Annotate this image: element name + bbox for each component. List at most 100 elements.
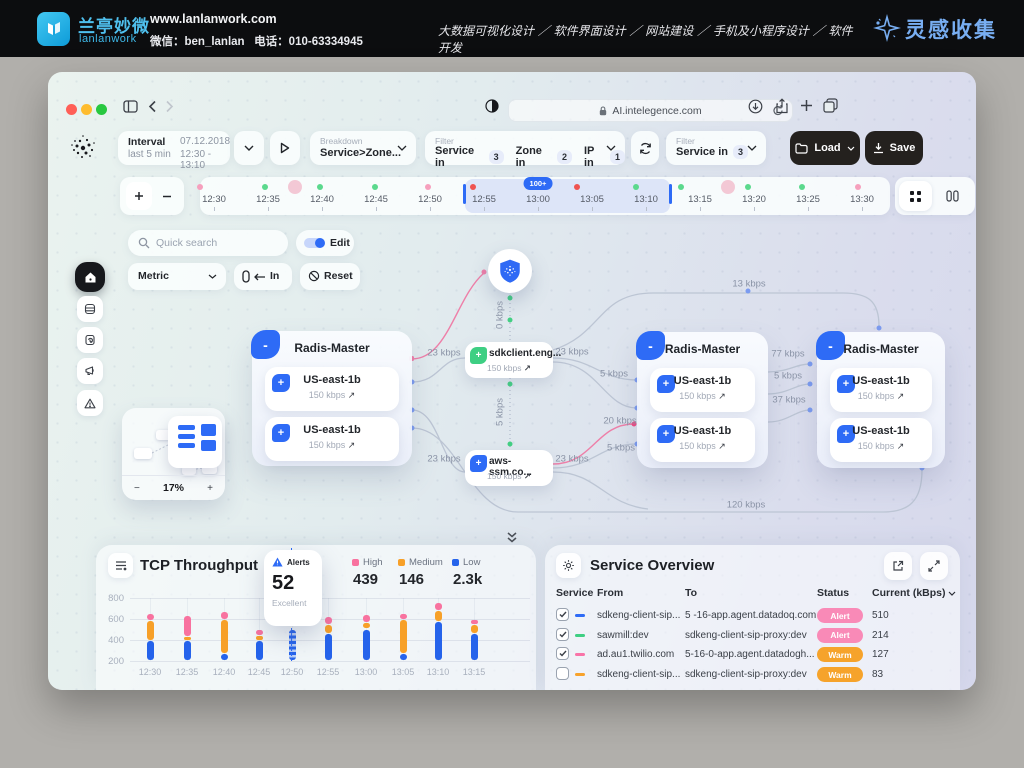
legend-swatch	[398, 559, 405, 566]
minimap-zoom-out[interactable]: −	[134, 483, 140, 494]
service-color-dash	[575, 673, 585, 676]
table-row[interactable]: ad.au1.twilio.com5-16-0-app.agent.datado…	[545, 646, 960, 665]
bar-segment-high[interactable]	[400, 614, 407, 619]
bar-segment-low[interactable]	[289, 630, 296, 661]
minimap-viewport[interactable]	[168, 416, 222, 468]
col-header-current[interactable]: Current (kBps)	[872, 587, 956, 599]
collect-star-icon	[872, 13, 902, 48]
row-checkbox[interactable]	[556, 647, 569, 660]
x-axis-tick: 12:35	[176, 667, 199, 677]
row-checkbox[interactable]	[556, 608, 569, 621]
cell-current: 214	[872, 630, 889, 641]
bar-segment-high[interactable]	[363, 615, 370, 622]
gridline	[130, 598, 530, 599]
child-node[interactable]: +US-east-1b150 kbps ↗	[830, 368, 932, 412]
minimap-zoom-in[interactable]: +	[207, 483, 213, 494]
bar-segment-high[interactable]	[325, 617, 332, 624]
tooltip-status: Excellent	[272, 598, 314, 608]
bar-segment-high[interactable]	[471, 620, 478, 624]
cell-to: 5 -16-app.agent.datadoq.com	[685, 610, 816, 621]
cell-from: sawmill:dev	[597, 630, 649, 641]
browser-window: AI.intelegence.com Interval last 5 min 0…	[48, 72, 976, 690]
bar-segment-medium[interactable]	[400, 620, 407, 653]
alerts-tooltip: Alerts 52 Excellent	[264, 550, 322, 626]
row-checkbox[interactable]	[556, 628, 569, 641]
service-color-dash	[575, 614, 585, 617]
x-axis-tick: 13:05	[392, 667, 415, 677]
child-node[interactable]: +US-east-1b150 kbps ↗	[650, 418, 755, 462]
child-node[interactable]: +US-east-1b150 kbps ↗	[265, 417, 399, 461]
group-node[interactable]: -Radis-Master+US-east-1b150 kbps ↗+US-ea…	[252, 331, 412, 466]
legend-item-medium: Medium	[398, 557, 443, 568]
group-node[interactable]: -Radis-Master+US-east-1b150 kbps ↗+US-ea…	[637, 332, 768, 468]
collapse-panel-button[interactable]	[504, 530, 520, 544]
x-axis-tick: 13:00	[355, 667, 378, 677]
x-axis-tick: 13:15	[463, 667, 486, 677]
child-node[interactable]: +US-east-1b150 kbps ↗	[265, 367, 399, 411]
collect-wordmark: 灵感收集	[905, 14, 997, 44]
group-node[interactable]: -Radis-Master+US-east-1b150 kbps ↗+US-ea…	[817, 332, 945, 468]
bar-segment-low[interactable]	[221, 654, 228, 660]
expand-node-badge[interactable]: +	[470, 455, 487, 472]
node-name: US-east-1b	[265, 424, 399, 436]
col-header-from[interactable]: From	[597, 587, 623, 599]
bar-segment-low[interactable]	[256, 641, 263, 660]
bar-segment-medium[interactable]	[221, 620, 228, 653]
minimap[interactable]: − 17% +	[122, 408, 225, 500]
bar-segment-medium[interactable]	[325, 625, 332, 632]
promo-banner: 兰亭妙微 lanlanwork www.lanlanwork.com 微信：be…	[0, 0, 1024, 57]
gateway-shield-node[interactable]	[488, 249, 532, 293]
edge-throughput-label: 77 kbps	[771, 349, 804, 360]
bar-segment-low[interactable]	[471, 634, 478, 660]
bar-segment-high[interactable]	[256, 630, 263, 635]
bar-segment-high[interactable]	[147, 614, 154, 620]
bar-segment-medium[interactable]	[147, 621, 154, 640]
bar-segment-high[interactable]	[221, 612, 228, 619]
node-throughput: 150 kbps ↗	[650, 441, 755, 452]
service-node[interactable]: +aws-ssm.co...150 kbps ↗	[465, 450, 553, 486]
company-website: www.lanlanwork.com	[150, 12, 277, 26]
bar-segment-medium[interactable]	[363, 623, 370, 628]
x-axis-tick: 12:50	[281, 667, 304, 677]
bar-segment-low[interactable]	[147, 641, 154, 660]
bar-segment-low[interactable]	[363, 630, 370, 661]
table-row[interactable]: sdkeng-client-sip... 5 -16-app.agent.data…	[545, 607, 960, 626]
bar-segment-high[interactable]	[435, 603, 442, 609]
gridline	[130, 661, 530, 662]
col-header-service[interactable]: Service	[556, 587, 593, 599]
edge-throughput-label: 5 kbps	[600, 369, 628, 380]
node-name: US-east-1b	[265, 374, 399, 386]
bar-segment-low[interactable]	[184, 641, 191, 660]
bar-segment-medium[interactable]	[184, 637, 191, 640]
node-name: US-east-1b	[650, 375, 755, 387]
edge-throughput-label: 5 kbps	[495, 398, 506, 426]
col-header-to[interactable]: To	[685, 587, 697, 599]
node-throughput: 150 kbps ↗	[265, 390, 399, 401]
bar-segment-high[interactable]	[184, 616, 191, 636]
table-row[interactable]: sawmill:devsdkeng-client-sip-proxy:devAl…	[545, 627, 960, 646]
child-node[interactable]: +US-east-1b150 kbps ↗	[830, 418, 932, 462]
cell-from: sdkeng-client-sip...	[597, 610, 680, 621]
bar-segment-low[interactable]	[435, 622, 442, 660]
child-node[interactable]: +US-east-1b150 kbps ↗	[650, 368, 755, 412]
bar-segment-low[interactable]	[400, 654, 407, 660]
legend-value: 146	[399, 571, 424, 588]
edge-throughput-label: 23 kbps	[555, 347, 588, 358]
node-throughput: 150 kbps ↗	[465, 471, 553, 482]
bar-segment-medium[interactable]	[435, 611, 442, 622]
node-throughput: 150 kbps ↗	[465, 363, 553, 374]
row-checkbox[interactable]	[556, 667, 569, 680]
node-name: US-east-1b	[830, 425, 932, 437]
table-row[interactable]: sdkeng-client-sip...sdkeng-client-sip-pr…	[545, 666, 960, 685]
col-header-status[interactable]: Status	[817, 587, 849, 599]
bar-segment-low[interactable]	[325, 634, 332, 660]
bar-segment-medium[interactable]	[256, 636, 263, 640]
edge-throughput-label: 13 kbps	[732, 279, 765, 290]
bar-segment-medium[interactable]	[471, 625, 478, 632]
service-node[interactable]: +sdkclient.eng...150 kbps ↗	[465, 342, 553, 378]
status-badge: Warm	[817, 667, 863, 682]
services-list: 大数据可视化设计 ／ 软件界面设计 ／ 网站建设 ／ 手机及小程序设计 ／ 软件…	[438, 22, 858, 56]
legend-item-high: High	[352, 557, 383, 568]
expand-node-badge[interactable]: +	[470, 347, 487, 364]
cell-current: 127	[872, 649, 889, 660]
